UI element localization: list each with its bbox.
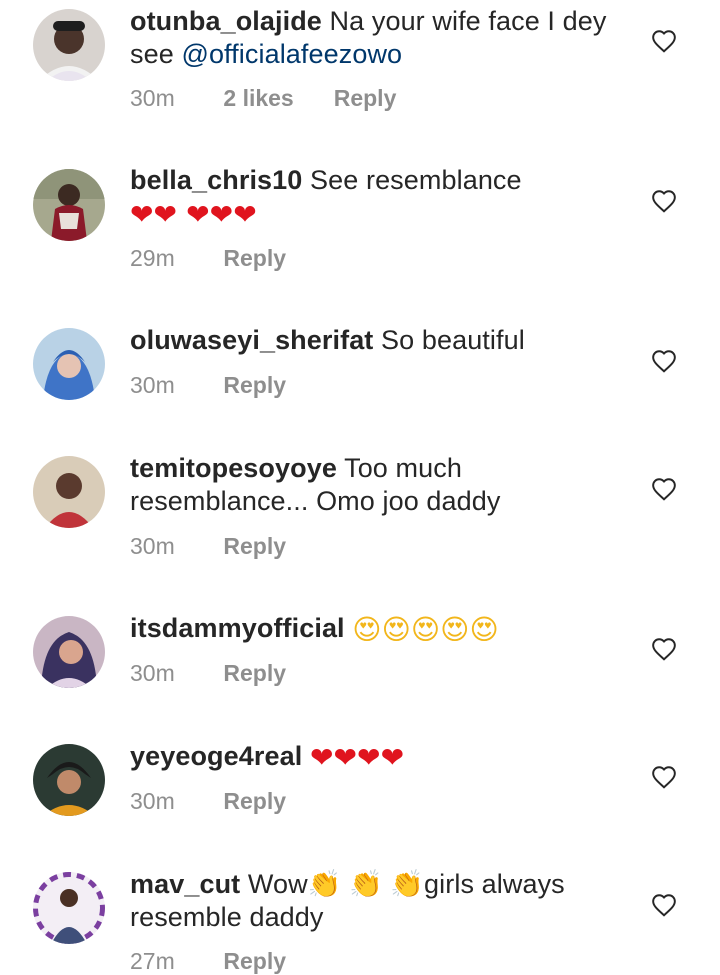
comment-body: See resemblance xyxy=(310,165,522,195)
comment-likes-count[interactable]: 2 likes xyxy=(223,84,293,112)
reply-button[interactable]: Reply xyxy=(223,787,286,815)
reply-button[interactable]: Reply xyxy=(223,659,286,687)
comment-text: yeyeoge4real ❤❤❤❤ xyxy=(130,740,630,773)
comment-meta: 29m Reply xyxy=(130,244,286,272)
comment-time: 30m xyxy=(130,372,175,398)
reply-button[interactable]: Reply xyxy=(223,532,286,560)
comment-text: temitopesoyoye Too much resemblance... O… xyxy=(130,452,630,518)
comment-text: otunba_olajide Na your wife face I dey s… xyxy=(130,5,630,71)
mention-link[interactable]: @officialafeezowo xyxy=(181,39,402,69)
heart-eyes-emoji: 😍😍😍😍😍 xyxy=(352,613,499,646)
avatar[interactable] xyxy=(33,872,105,944)
avatar[interactable] xyxy=(33,169,105,241)
comment-username[interactable]: temitopesoyoye xyxy=(130,453,337,483)
avatar[interactable] xyxy=(33,744,105,816)
comment-meta: 30m 2 likes Reply xyxy=(130,84,396,112)
comment-meta: 27m Reply xyxy=(130,947,286,975)
comment-username[interactable]: oluwaseyi_sherifat xyxy=(130,325,373,355)
comment-body: So beautiful xyxy=(381,325,525,355)
heart-outline-icon[interactable] xyxy=(651,637,677,661)
comment-meta: 30m Reply xyxy=(130,659,286,687)
heart-outline-icon[interactable] xyxy=(651,189,677,213)
comment-time: 30m xyxy=(130,660,175,686)
heart-emoji: ❤❤❤❤ xyxy=(309,741,405,774)
heart-outline-icon[interactable] xyxy=(651,893,677,917)
heart-outline-icon[interactable] xyxy=(651,29,677,53)
heart-outline-icon[interactable] xyxy=(651,765,677,789)
avatar[interactable] xyxy=(33,456,105,528)
comment-username[interactable]: otunba_olajide xyxy=(130,6,322,36)
comment-time: 29m xyxy=(130,245,175,271)
comment-time: 30m xyxy=(130,85,175,111)
comment-text: bella_chris10 See resemblance ❤❤ ❤❤❤ xyxy=(130,164,630,230)
heart-outline-icon[interactable] xyxy=(651,349,677,373)
comment-meta: 30m Reply xyxy=(130,371,286,399)
heart-outline-icon[interactable] xyxy=(651,477,677,501)
comment-meta: 30m Reply xyxy=(130,787,286,815)
comment-username[interactable]: mav_cut xyxy=(130,869,240,899)
comment-text: mav_cut Wow👏 👏 👏girls always resemble da… xyxy=(130,868,630,934)
avatar[interactable] xyxy=(33,616,105,688)
comment-username[interactable]: bella_chris10 xyxy=(130,165,302,195)
reply-button[interactable]: Reply xyxy=(223,947,286,975)
comment-time: 30m xyxy=(130,788,175,814)
comment-meta: 30m Reply xyxy=(130,532,286,560)
comment-username[interactable]: itsdammyofficial xyxy=(130,613,345,643)
reply-button[interactable]: Reply xyxy=(223,244,286,272)
reply-button[interactable]: Reply xyxy=(334,84,397,112)
avatar[interactable] xyxy=(33,328,105,400)
comment-text: itsdammyofficial 😍😍😍😍😍 xyxy=(130,612,630,645)
heart-emoji: ❤❤ ❤❤❤ xyxy=(130,198,257,231)
comment-username[interactable]: yeyeoge4real xyxy=(130,741,302,771)
comment-time: 30m xyxy=(130,533,175,559)
reply-button[interactable]: Reply xyxy=(223,371,286,399)
comment-text: oluwaseyi_sherifat So beautiful xyxy=(130,324,630,357)
comment-time: 27m xyxy=(130,948,175,974)
avatar[interactable] xyxy=(33,9,105,81)
